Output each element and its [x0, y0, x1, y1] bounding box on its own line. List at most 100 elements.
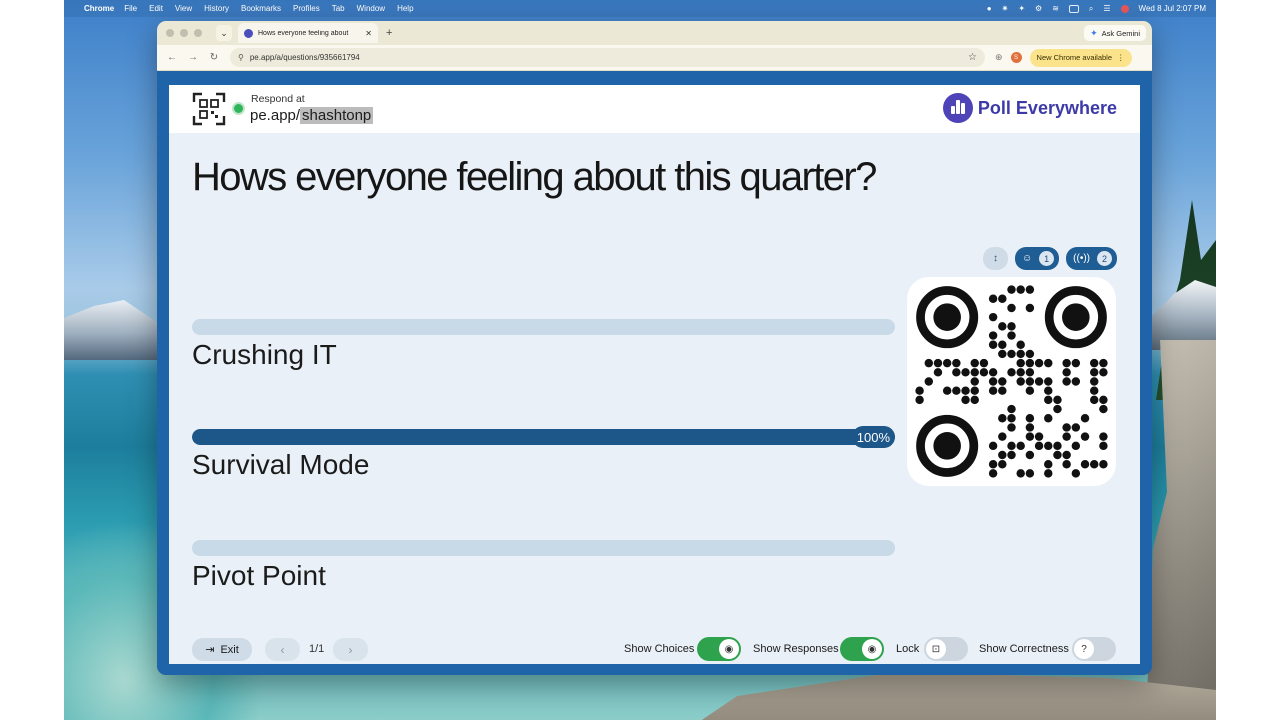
menu-help[interactable]: Help — [397, 4, 413, 13]
address-bar[interactable]: ⚲ pe.app/a/questions/935661794 ☆ — [230, 48, 985, 67]
choice-bar — [192, 319, 895, 335]
qr-module — [1007, 441, 1016, 451]
exit-button[interactable]: ⇥ Exit — [192, 638, 252, 661]
close-tab-icon[interactable]: ✕ — [365, 29, 372, 38]
ask-gemini-button[interactable]: ✦ Ask Gemini — [1084, 25, 1146, 41]
menu-edit[interactable]: Edit — [149, 4, 163, 13]
show-correctness-toggle[interactable]: ? — [1072, 637, 1116, 661]
menu-tab[interactable]: Tab — [332, 4, 345, 13]
qr-module — [1007, 303, 1016, 313]
sort-icon[interactable]: ↕ — [982, 247, 1008, 270]
reload-icon[interactable]: ↻ — [208, 52, 220, 63]
lock-toggle[interactable]: ⊡ — [924, 637, 968, 661]
qr-module — [1007, 331, 1016, 340]
qr-module — [1007, 404, 1016, 414]
status-icon[interactable]: ● — [987, 4, 992, 13]
forward-icon[interactable]: → — [187, 52, 199, 63]
qr-module — [998, 322, 1007, 331]
sparkle-icon[interactable]: ✦ — [1018, 4, 1025, 13]
previous-slide-button[interactable]: ‹ — [265, 638, 300, 661]
search-icon[interactable]: ⌕ — [1089, 4, 1093, 14]
qr-module — [1007, 322, 1016, 331]
qr-module — [1071, 441, 1081, 451]
zoom-window-button[interactable] — [194, 29, 202, 37]
qr-module — [1007, 423, 1016, 432]
response-counters: ↕ ☺ 1 ((•)) 2 — [982, 247, 1117, 270]
qr-module — [1016, 368, 1025, 377]
menu-bookmarks[interactable]: Bookmarks — [241, 4, 281, 13]
exit-label: Exit — [220, 643, 239, 656]
menu-app-name[interactable]: Chrome — [84, 4, 114, 13]
qr-module — [1044, 414, 1053, 423]
extensions-icon[interactable]: ⊕ — [995, 52, 1003, 63]
menu-extras: ● ✷ ✦ ⚙ ≋ ⌕ ☰ Wed 8 Jul 2:07 PM — [987, 4, 1206, 14]
qr-module — [1025, 377, 1035, 386]
qr-module — [1089, 459, 1099, 469]
qr-module — [1080, 414, 1090, 423]
qr-module — [970, 395, 979, 405]
qr-module — [933, 368, 943, 377]
choice-percent: 100% — [851, 426, 895, 448]
exit-icon: ⇥ — [205, 644, 215, 656]
qr-module — [1071, 423, 1081, 432]
wallpaper-mountain — [64, 300, 164, 360]
qr-module — [1053, 441, 1062, 451]
qr-module — [1007, 349, 1016, 359]
qr-module — [924, 358, 934, 368]
menu-history[interactable]: History — [204, 4, 229, 13]
next-slide-button[interactable]: › — [333, 638, 368, 661]
minimize-window-button[interactable] — [180, 29, 188, 37]
menu-file[interactable]: File — [124, 4, 137, 13]
tab-active[interactable]: Hows everyone feeling about ✕ — [238, 23, 378, 43]
show-choices-toggle[interactable]: ◉ — [697, 637, 741, 661]
sync-icon[interactable]: ✷ — [1002, 4, 1009, 13]
control-icon[interactable]: ⚙ — [1035, 4, 1042, 13]
join-qr-code[interactable] — [907, 277, 1116, 486]
qr-module — [1099, 404, 1108, 414]
qr-module — [915, 395, 924, 405]
question-title: Hows everyone feeling about this quarter… — [192, 155, 877, 199]
menu-view[interactable]: View — [175, 4, 192, 13]
qr-module — [1007, 450, 1016, 460]
participants-counter[interactable]: ☺ 1 — [1014, 247, 1060, 270]
new-tab-button[interactable]: + — [386, 27, 392, 39]
tab-search-button[interactable]: ⌄ — [216, 25, 232, 41]
back-icon[interactable]: ← — [166, 52, 178, 63]
bookmark-star-icon[interactable]: ☆ — [968, 52, 977, 63]
show-responses-toggle[interactable]: ◉ — [840, 637, 884, 661]
presenter-controls: ⇥ Exit ‹ 1/1 › Show Choices ◉ Show Respo… — [169, 637, 1140, 661]
close-window-button[interactable] — [166, 29, 174, 37]
qr-module — [1080, 432, 1090, 441]
qr-module — [1007, 414, 1016, 423]
broadcast-icon: ((•)) — [1073, 253, 1090, 264]
qr-module — [1071, 358, 1081, 368]
show-choices-label: Show Choices — [624, 643, 695, 655]
site-info-icon[interactable]: ⚲ — [238, 53, 244, 62]
profile-avatar[interactable]: S — [1010, 52, 1022, 63]
browser-window: ⌄ Hows everyone feeling about ✕ + ✦ Ask … — [157, 21, 1152, 675]
qr-module — [1025, 414, 1035, 423]
qr-module — [998, 432, 1007, 441]
qr-finder-dot — [1062, 303, 1090, 331]
qr-code-icon[interactable] — [192, 92, 226, 126]
user-icon[interactable] — [1120, 4, 1129, 13]
tab-title: Hows everyone feeling about — [258, 29, 349, 37]
respond-url-handle[interactable]: shashtonp — [300, 106, 374, 124]
menu-profiles[interactable]: Profiles — [293, 4, 320, 13]
gemini-icon: ✦ — [1090, 27, 1098, 38]
poll-everywhere-logo: Poll Everywhere — [942, 93, 1117, 123]
qr-module — [988, 340, 998, 349]
update-chrome-button[interactable]: New Chrome available ⋮ — [1029, 48, 1132, 67]
responses-count: 2 — [1097, 251, 1112, 266]
responses-counter[interactable]: ((•)) 2 — [1066, 247, 1117, 270]
url-text[interactable]: pe.app/a/questions/935661794 — [250, 53, 360, 62]
menu-clock[interactable]: Wed 8 Jul 2:07 PM — [1139, 4, 1206, 13]
qr-module — [1062, 377, 1071, 386]
battery-icon[interactable] — [1068, 4, 1079, 13]
menu-window[interactable]: Window — [357, 4, 385, 13]
qr-module — [970, 377, 979, 386]
control-center-icon[interactable]: ☰ — [1103, 4, 1110, 13]
qr-module — [1053, 450, 1062, 460]
eye-icon: ◉ — [862, 639, 882, 659]
wifi-icon[interactable]: ≋ — [1052, 4, 1059, 13]
